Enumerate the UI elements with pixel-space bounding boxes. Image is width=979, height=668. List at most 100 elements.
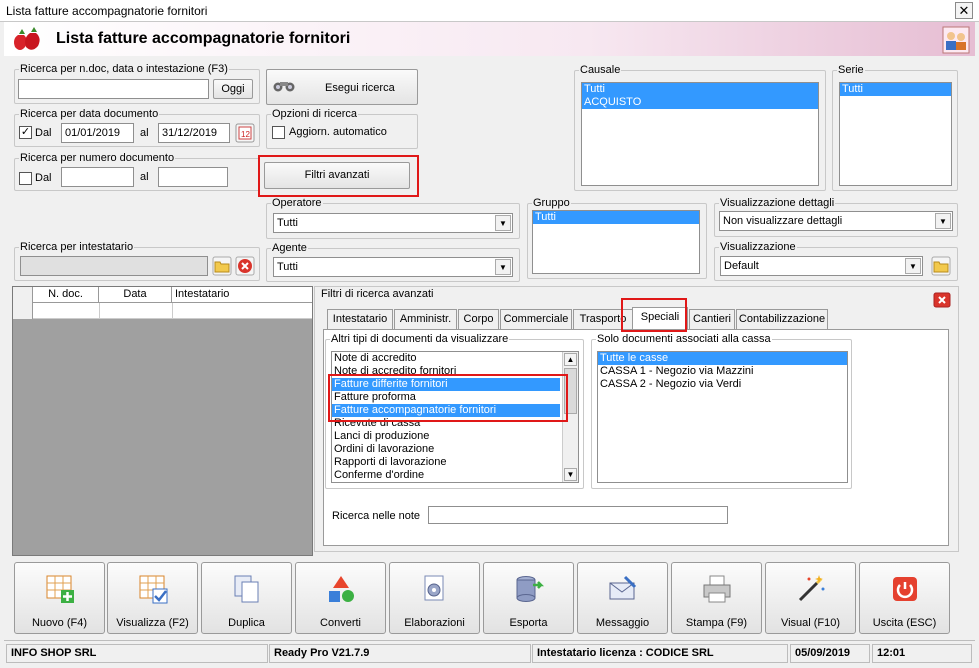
today-button[interactable]: Oggi bbox=[213, 79, 253, 99]
status-date: 05/09/2019 bbox=[790, 644, 870, 663]
operatore-value: Tutti bbox=[277, 217, 298, 229]
causale-group: Causale Tutti ACQUISTO bbox=[574, 64, 826, 191]
print-button[interactable]: Stampa (F9) bbox=[671, 562, 762, 634]
ndoc-search-input[interactable] bbox=[18, 79, 209, 99]
date-from-checkbox[interactable]: ✓ bbox=[19, 126, 32, 139]
date-from-input[interactable]: 01/01/2019 bbox=[61, 123, 134, 143]
agente-group: Agente Tutti ▼ bbox=[266, 242, 520, 282]
gruppo-list[interactable]: Tutti bbox=[532, 210, 700, 274]
details-view-select[interactable]: Non visualizzare dettagli ▼ bbox=[719, 211, 953, 231]
folder-icon[interactable] bbox=[931, 256, 951, 276]
window-close-button[interactable]: ✕ bbox=[955, 2, 973, 19]
chevron-down-icon[interactable]: ▼ bbox=[905, 258, 921, 274]
number-from-input[interactable] bbox=[61, 167, 134, 187]
number-to-input[interactable] bbox=[158, 167, 228, 187]
scroll-up-icon[interactable]: ▲ bbox=[564, 353, 577, 366]
grid-column-header[interactable]: N. doc. bbox=[33, 287, 99, 303]
cash-docs-list[interactable]: Tutte le casse CASSA 1 - Negozio via Maz… bbox=[597, 351, 848, 483]
folder-icon[interactable] bbox=[212, 256, 232, 276]
date-search-label: Ricerca per data documento bbox=[19, 108, 160, 120]
processing-icon bbox=[424, 575, 444, 601]
grid-column-header[interactable]: Intestatario bbox=[172, 287, 312, 303]
users-icon[interactable] bbox=[942, 26, 970, 54]
visual-button[interactable]: Visual (F10) bbox=[765, 562, 856, 634]
number-from-checkbox[interactable] bbox=[19, 172, 32, 185]
details-view-value: Non visualizzare dettagli bbox=[723, 215, 843, 227]
operatore-select[interactable]: Tutti ▼ bbox=[273, 213, 513, 233]
doc-type-item[interactable]: Lanci di produzione bbox=[332, 430, 578, 443]
view-button[interactable]: Visualizza (F2) bbox=[107, 562, 198, 634]
chevron-down-icon[interactable]: ▼ bbox=[935, 213, 951, 229]
new-button[interactable]: Nuovo (F4) bbox=[14, 562, 105, 634]
date-search-group: Ricerca per data documento ✓ Dal 01/01/2… bbox=[14, 108, 260, 147]
table-row[interactable] bbox=[13, 303, 312, 319]
serie-label: Serie bbox=[837, 64, 865, 76]
status-time: 12:01 bbox=[872, 644, 972, 663]
details-view-group: Visualizzazione dettagli Non visualizzar… bbox=[714, 197, 958, 237]
printer-icon bbox=[703, 575, 731, 603]
tab-corpo[interactable]: Corpo bbox=[458, 309, 499, 329]
calendar-icon[interactable]: 12 bbox=[235, 123, 255, 143]
auto-update-label: Aggiorn. automatico bbox=[289, 126, 387, 138]
highlight-speciali-tab bbox=[621, 298, 687, 332]
tab-cantieri[interactable]: Cantieri bbox=[689, 309, 735, 329]
causale-item[interactable]: ACQUISTO bbox=[582, 96, 818, 109]
cash-item[interactable]: CASSA 1 - Negozio via Mazzini bbox=[598, 365, 847, 378]
exit-button-label: Uscita (ESC) bbox=[872, 617, 937, 629]
export-button[interactable]: Esporta bbox=[483, 562, 574, 634]
tab-contabilizzazione[interactable]: Contabilizzazione bbox=[736, 309, 828, 329]
doc-type-item[interactable]: Note di accredito bbox=[332, 352, 578, 365]
agente-select[interactable]: Tutti ▼ bbox=[273, 257, 513, 277]
intestatario-search-label: Ricerca per intestatario bbox=[19, 241, 135, 253]
chevron-down-icon[interactable]: ▼ bbox=[495, 259, 511, 275]
convert-button[interactable]: Converti bbox=[295, 562, 386, 634]
causale-item[interactable]: Tutti bbox=[582, 83, 818, 96]
scroll-down-icon[interactable]: ▼ bbox=[564, 468, 577, 481]
serie-item[interactable]: Tutti bbox=[840, 83, 951, 96]
tab-intestatario[interactable]: Intestatario bbox=[327, 309, 393, 329]
results-grid[interactable]: N. doc. Data Intestatario bbox=[12, 286, 313, 556]
cash-docs-group: Solo documenti associati alla cassa Tutt… bbox=[591, 333, 852, 489]
gruppo-item[interactable]: Tutti bbox=[533, 211, 699, 224]
causale-list[interactable]: Tutti ACQUISTO bbox=[581, 82, 819, 186]
clear-icon[interactable] bbox=[235, 256, 255, 276]
doc-type-item[interactable]: Ordini di lavorazione bbox=[332, 443, 578, 456]
processing-button-label: Elaborazioni bbox=[404, 617, 465, 629]
grid-header: N. doc. Data Intestatario bbox=[13, 287, 312, 303]
duplicate-button[interactable]: Duplica bbox=[201, 562, 292, 634]
auto-update-checkbox[interactable] bbox=[272, 126, 285, 139]
view-select[interactable]: Default ▼ bbox=[720, 256, 923, 276]
view-button-label: Visualizza (F2) bbox=[116, 617, 189, 629]
cash-item[interactable]: Tutte le casse bbox=[598, 352, 847, 365]
highlight-selected-doc-types bbox=[328, 374, 568, 422]
grid-column-header[interactable]: Data bbox=[99, 287, 172, 303]
magic-wand-icon bbox=[798, 575, 825, 602]
tab-commerciale[interactable]: Commerciale bbox=[500, 309, 572, 329]
notes-search-input[interactable] bbox=[428, 506, 728, 524]
search-options-group: Opzioni di ricerca Aggiorn. automatico bbox=[266, 108, 418, 149]
close-icon[interactable] bbox=[933, 292, 951, 308]
doc-type-item[interactable]: Conferme d'ordine bbox=[332, 469, 578, 482]
chevron-down-icon[interactable]: ▼ bbox=[495, 215, 511, 231]
operatore-label: Operatore bbox=[271, 197, 323, 209]
message-button[interactable]: Messaggio bbox=[577, 562, 668, 634]
tab-amministr[interactable]: Amministr. bbox=[394, 309, 457, 329]
status-bar: INFO SHOP SRL Ready Pro V21.7.9 Intestat… bbox=[4, 640, 975, 664]
convert-button-label: Converti bbox=[320, 617, 361, 629]
run-search-button[interactable]: Esegui ricerca bbox=[266, 69, 418, 105]
convert-icon bbox=[329, 576, 354, 602]
cash-item[interactable]: CASSA 2 - Negozio via Verdi bbox=[598, 378, 847, 391]
processing-button[interactable]: Elaborazioni bbox=[389, 562, 480, 634]
doc-type-item[interactable]: Rapporti di lavorazione bbox=[332, 456, 578, 469]
binoculars-icon bbox=[273, 82, 295, 92]
exit-button[interactable]: Uscita (ESC) bbox=[859, 562, 950, 634]
serie-group: Serie Tutti bbox=[832, 64, 958, 191]
serie-list[interactable]: Tutti bbox=[839, 82, 952, 186]
ndoc-search-label: Ricerca per n.doc, data o intestazione (… bbox=[19, 63, 229, 75]
view-grid-icon bbox=[139, 575, 168, 604]
other-docs-label: Altri tipi di documenti da visualizzare bbox=[330, 333, 510, 345]
ndoc-search-group: Ricerca per n.doc, data o intestazione (… bbox=[14, 63, 260, 104]
date-to-input[interactable]: 31/12/2019 bbox=[158, 123, 230, 143]
agente-value: Tutti bbox=[277, 261, 298, 273]
intestatario-input[interactable] bbox=[20, 256, 208, 276]
